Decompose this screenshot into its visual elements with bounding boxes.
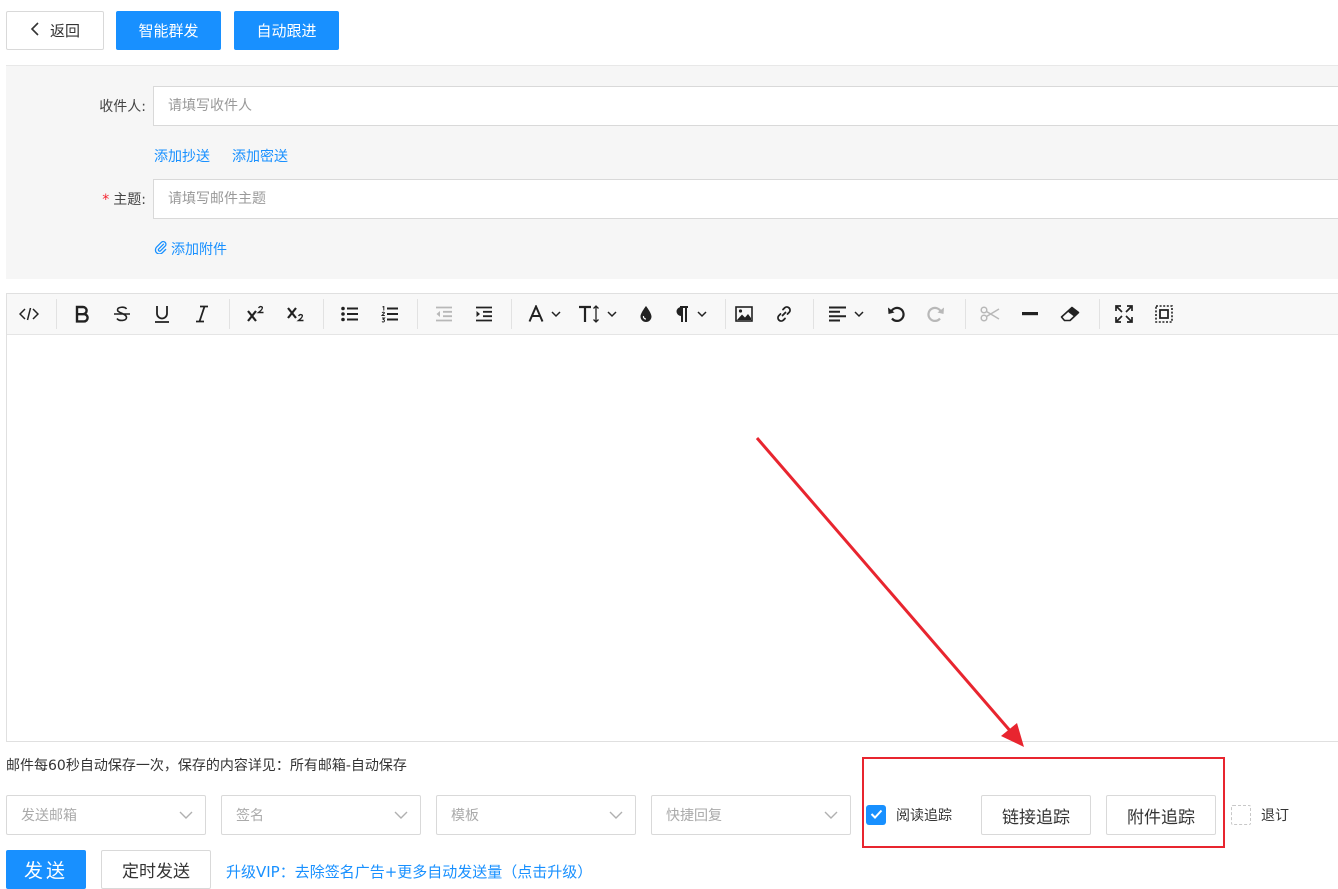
read-tracking-label: 阅读追踪	[896, 808, 952, 824]
upgrade-vip-link[interactable]: 升级VIP：去除签名广告+更多自动发送量（点击升级）	[226, 861, 592, 882]
top-bar: 返回 智能群发 自动跟进	[0, 0, 1338, 64]
clear-format-icon[interactable]	[1057, 302, 1083, 326]
select-all-icon[interactable]	[1151, 302, 1177, 326]
auto-follow-up-button[interactable]: 自动跟进	[234, 11, 339, 50]
subject-input[interactable]	[153, 179, 1338, 219]
signature-select[interactable]: 签名	[221, 795, 421, 835]
required-mark: *	[102, 192, 110, 208]
attachment-tracking-button[interactable]: 附件追踪	[1106, 795, 1216, 835]
subject-label: 主题:	[113, 192, 146, 208]
font-size-icon[interactable]	[575, 302, 623, 326]
back-label: 返回	[49, 22, 80, 40]
outdent-icon[interactable]	[431, 302, 457, 326]
smart-mass-send-button[interactable]: 智能群发	[116, 11, 221, 50]
quick-reply-placeholder: 快捷回复	[666, 808, 722, 824]
add-bcc-link[interactable]: 添加密送	[232, 146, 288, 166]
toolbar-separator	[1099, 299, 1100, 329]
background-color-icon[interactable]	[633, 302, 659, 326]
toolbar-separator	[725, 299, 726, 329]
compose-header-form: 收件人: 添加抄送 添加密送 *主题: 添加附件	[6, 66, 1338, 279]
template-select[interactable]: 模板	[436, 795, 636, 835]
fullscreen-icon[interactable]	[1111, 302, 1137, 326]
recipient-input[interactable]	[153, 86, 1338, 126]
align-icon[interactable]	[825, 302, 871, 326]
rich-text-editor	[6, 293, 1338, 742]
add-attachment-link[interactable]: 添加附件	[154, 239, 227, 259]
chevron-down-icon	[609, 807, 623, 823]
subject-label-wrap: * 主题:	[76, 189, 146, 209]
unsubscribe-checkbox[interactable]	[1231, 805, 1251, 825]
chevron-down-icon	[824, 807, 838, 823]
link-icon[interactable]	[771, 302, 797, 326]
subscript-icon[interactable]	[283, 302, 309, 326]
back-button[interactable]: 返回	[6, 11, 104, 50]
chevron-left-icon	[30, 21, 40, 40]
toolbar-separator	[813, 299, 814, 329]
sender-mailbox-placeholder: 发送邮箱	[21, 808, 77, 824]
toolbar-separator	[417, 299, 418, 329]
italic-icon[interactable]	[189, 302, 215, 326]
add-cc-link[interactable]: 添加抄送	[154, 146, 210, 166]
template-placeholder: 模板	[451, 808, 479, 824]
link-tracking-button[interactable]: 链接追踪	[981, 795, 1091, 835]
font-color-icon[interactable]	[525, 302, 567, 326]
numbered-list-icon[interactable]	[377, 302, 403, 326]
toolbar-separator	[56, 299, 57, 329]
horizontal-rule-icon[interactable]	[1017, 302, 1043, 326]
paperclip-icon	[154, 240, 167, 258]
editor-toolbar	[7, 294, 1338, 335]
add-attachment-label: 添加附件	[171, 242, 227, 258]
editor-body[interactable]	[7, 335, 1338, 742]
toolbar-separator	[229, 299, 230, 329]
redo-icon[interactable]	[923, 302, 949, 326]
autosave-note: 邮件每60秒自动保存一次，保存的内容详见：所有邮箱-自动保存	[6, 758, 407, 774]
checkmark-icon	[870, 807, 883, 823]
bold-icon[interactable]	[69, 302, 95, 326]
toolbar-separator	[965, 299, 966, 329]
send-button[interactable]: 发送	[6, 850, 86, 889]
source-code-icon[interactable]	[15, 302, 43, 326]
indent-icon[interactable]	[471, 302, 497, 326]
undo-icon[interactable]	[883, 302, 909, 326]
strikethrough-icon[interactable]	[109, 302, 135, 326]
underline-icon[interactable]	[149, 302, 175, 326]
image-icon[interactable]	[731, 302, 757, 326]
sender-mailbox-select[interactable]: 发送邮箱	[6, 795, 206, 835]
toolbar-separator	[511, 299, 512, 329]
scheduled-send-button[interactable]: 定时发送	[101, 850, 211, 889]
bullet-list-icon[interactable]	[337, 302, 363, 326]
cut-icon[interactable]	[977, 302, 1003, 326]
quick-reply-select[interactable]: 快捷回复	[651, 795, 851, 835]
chevron-down-icon	[179, 807, 193, 823]
toolbar-separator	[323, 299, 324, 329]
chevron-down-icon	[394, 807, 408, 823]
superscript-icon[interactable]	[243, 302, 269, 326]
signature-placeholder: 签名	[236, 808, 264, 824]
recipient-label: 收件人:	[99, 99, 146, 115]
paragraph-icon[interactable]	[671, 302, 715, 326]
unsubscribe-label: 退订	[1261, 808, 1289, 824]
read-tracking-checkbox[interactable]	[866, 805, 886, 825]
